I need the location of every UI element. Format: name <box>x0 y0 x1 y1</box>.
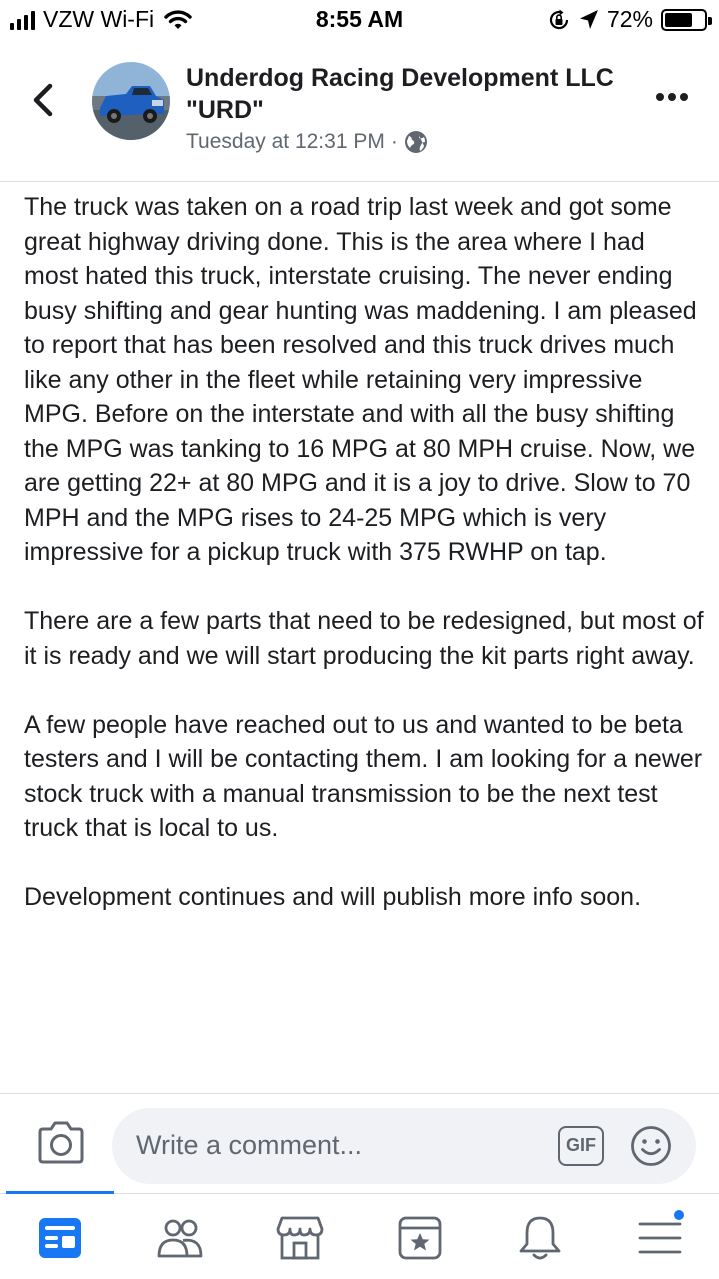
battery-fill <box>665 12 693 27</box>
tab-menu[interactable] <box>636 1208 686 1262</box>
tab-pages[interactable] <box>396 1214 444 1262</box>
post-paragraph: Development continues and will publish m… <box>24 883 642 911</box>
meta-separator: · <box>390 130 398 153</box>
comment-placeholder: Write a comment... <box>136 1130 363 1160</box>
camera-icon[interactable] <box>36 1120 86 1166</box>
tab-bar <box>0 1191 719 1279</box>
emoji-icon[interactable] <box>630 1125 672 1167</box>
comment-bar: Write a comment... GIF <box>0 1093 719 1193</box>
battery-percent: 72% <box>606 6 653 32</box>
globe-icon <box>404 131 427 153</box>
status-bar: VZW Wi-Fi 8:55 AM 72% <box>0 0 719 40</box>
post-timestamp[interactable]: Tuesday at 12:31 PM <box>186 130 385 154</box>
post-paragraph: There are a few parts that need to be re… <box>24 607 704 670</box>
marketplace-icon <box>276 1216 324 1260</box>
notifications-icon <box>519 1216 561 1260</box>
page-name[interactable]: Underdog Racing Development LLC "URD" <box>186 62 616 126</box>
page-avatar[interactable] <box>92 62 170 140</box>
gif-button[interactable]: GIF <box>558 1126 604 1166</box>
more-options-icon[interactable] <box>655 90 689 104</box>
comment-input[interactable]: Write a comment... GIF <box>112 1108 696 1184</box>
tab-notifications[interactable] <box>516 1214 564 1262</box>
post-header: Underdog Racing Development LLC "URD" Tu… <box>0 48 719 182</box>
menu-notification-dot <box>672 1208 686 1222</box>
active-tab-indicator <box>6 1191 114 1194</box>
post-body: The truck was taken on a road trip last … <box>24 190 704 915</box>
tab-marketplace[interactable] <box>276 1214 324 1262</box>
menu-icon <box>638 1222 682 1254</box>
rotation-lock-icon <box>549 9 569 29</box>
back-button[interactable] <box>28 82 58 118</box>
post-paragraph: A few people have reached out to us and … <box>24 710 703 843</box>
post-meta: Tuesday at 12:31 PM · <box>186 130 428 154</box>
tab-home[interactable] <box>36 1214 84 1262</box>
truck-avatar-image <box>92 62 170 140</box>
battery-icon <box>661 8 712 31</box>
post-paragraph: The truck was taken on a road trip last … <box>24 193 697 566</box>
tab-friends[interactable] <box>156 1214 204 1262</box>
location-icon <box>579 9 598 29</box>
battery-cap <box>708 16 712 25</box>
home-icon <box>39 1218 81 1258</box>
status-right: 72% <box>547 6 712 33</box>
friends-icon <box>157 1219 203 1258</box>
pages-icon <box>398 1216 442 1260</box>
